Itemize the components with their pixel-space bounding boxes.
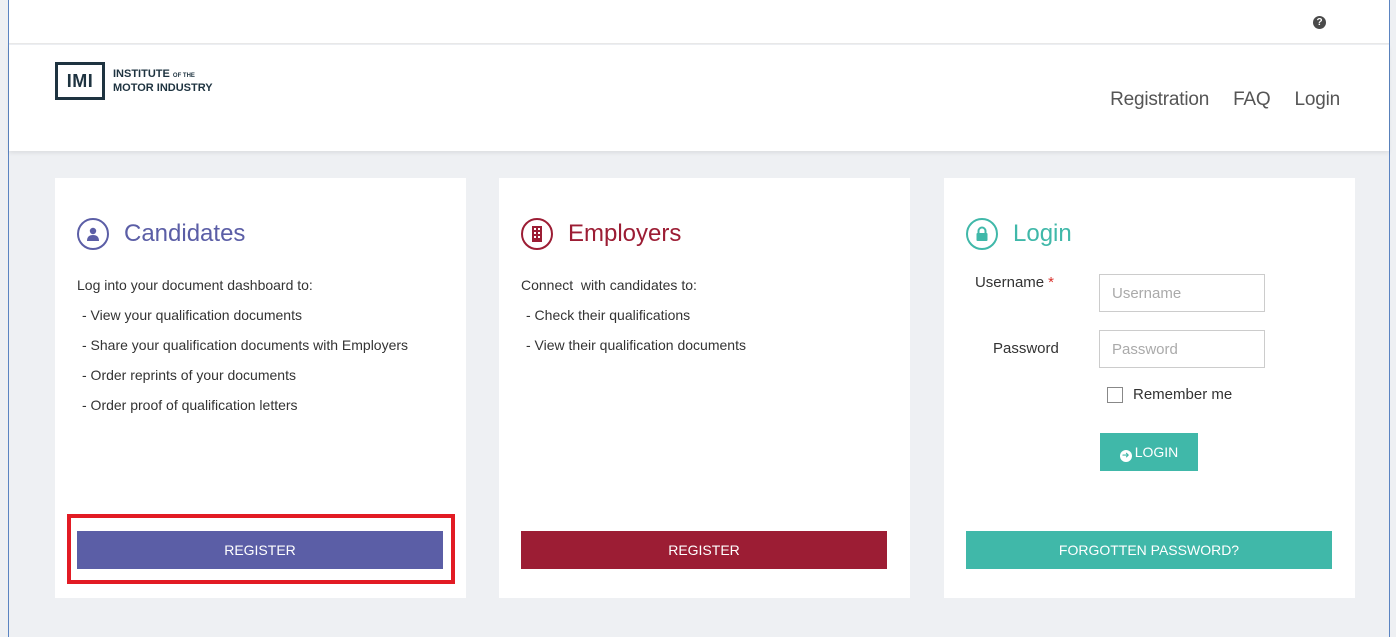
username-input[interactable] <box>1099 274 1265 312</box>
list-item: - Check their qualifications <box>526 307 691 323</box>
employers-card: Employers Connect with candidates to: - … <box>499 178 910 598</box>
password-label: Password <box>993 340 1059 357</box>
password-row: Password <box>993 330 1073 368</box>
site-header: IMI INSTITUTE OF THE MOTOR INDUSTRY Regi… <box>9 45 1389 151</box>
employers-heading: Employers <box>521 218 681 250</box>
candidates-description: Log into your document dashboard to: - V… <box>77 276 417 426</box>
employers-title: Employers <box>568 220 682 247</box>
employers-description: Connect with candidates to: - Check thei… <box>521 276 861 366</box>
remember-label: Remember me <box>1133 386 1233 403</box>
employers-register-button[interactable]: REGISTER <box>521 531 887 569</box>
app-frame: ? IMI INSTITUTE OF THE MOTOR INDUSTRY Re… <box>8 0 1390 637</box>
nav-registration[interactable]: Registration <box>1110 89 1209 111</box>
login-heading: Login <box>966 218 1072 250</box>
candidates-title: Candidates <box>124 220 246 247</box>
remember-row: Remember me <box>1107 386 1232 404</box>
login-title: Login <box>1013 220 1072 247</box>
logo-mark: IMI <box>55 62 105 100</box>
candidates-card: Candidates Log into your document dashbo… <box>55 178 466 598</box>
forgotten-password-button[interactable]: FORGOTTEN PASSWORD? <box>966 531 1332 569</box>
login-card: Login Username* Password Remember me ➜LO… <box>944 178 1355 598</box>
logo-text: INSTITUTE OF THE MOTOR INDUSTRY <box>113 68 213 94</box>
employers-intro: Connect with candidates to: <box>521 277 697 293</box>
arrow-circle-right-icon: ➜ <box>1119 450 1132 462</box>
top-bar: ? <box>9 0 1389 44</box>
password-input[interactable] <box>1099 330 1265 368</box>
list-item: - View their qualification documents <box>526 337 746 353</box>
question-circle-icon[interactable]: ? <box>1313 16 1326 29</box>
building-icon <box>521 218 553 250</box>
list-item: - Share your qualification documents wit… <box>82 337 409 353</box>
username-row: Username * <box>974 274 1094 292</box>
lock-icon <box>966 218 998 250</box>
nav-faq[interactable]: FAQ <box>1233 89 1271 111</box>
list-item: - Order proof of qualification letters <box>82 397 298 413</box>
candidates-intro: Log into your document dashboard to: <box>77 277 313 293</box>
candidates-register-button[interactable]: REGISTER <box>77 531 443 569</box>
imi-logo[interactable]: IMI INSTITUTE OF THE MOTOR INDUSTRY <box>55 62 213 100</box>
login-button[interactable]: ➜ LOGIN <box>1100 433 1198 471</box>
username-label: Username * <box>974 274 1054 291</box>
user-icon <box>77 218 109 250</box>
list-item: - View your qualification documents <box>82 307 302 323</box>
remember-checkbox[interactable] <box>1107 387 1123 403</box>
list-item: - Order reprints of your documents <box>82 367 296 383</box>
candidates-heading: Candidates <box>77 218 245 250</box>
nav-login[interactable]: Login <box>1295 89 1341 111</box>
main-nav: Registration FAQ Login <box>1110 89 1340 111</box>
